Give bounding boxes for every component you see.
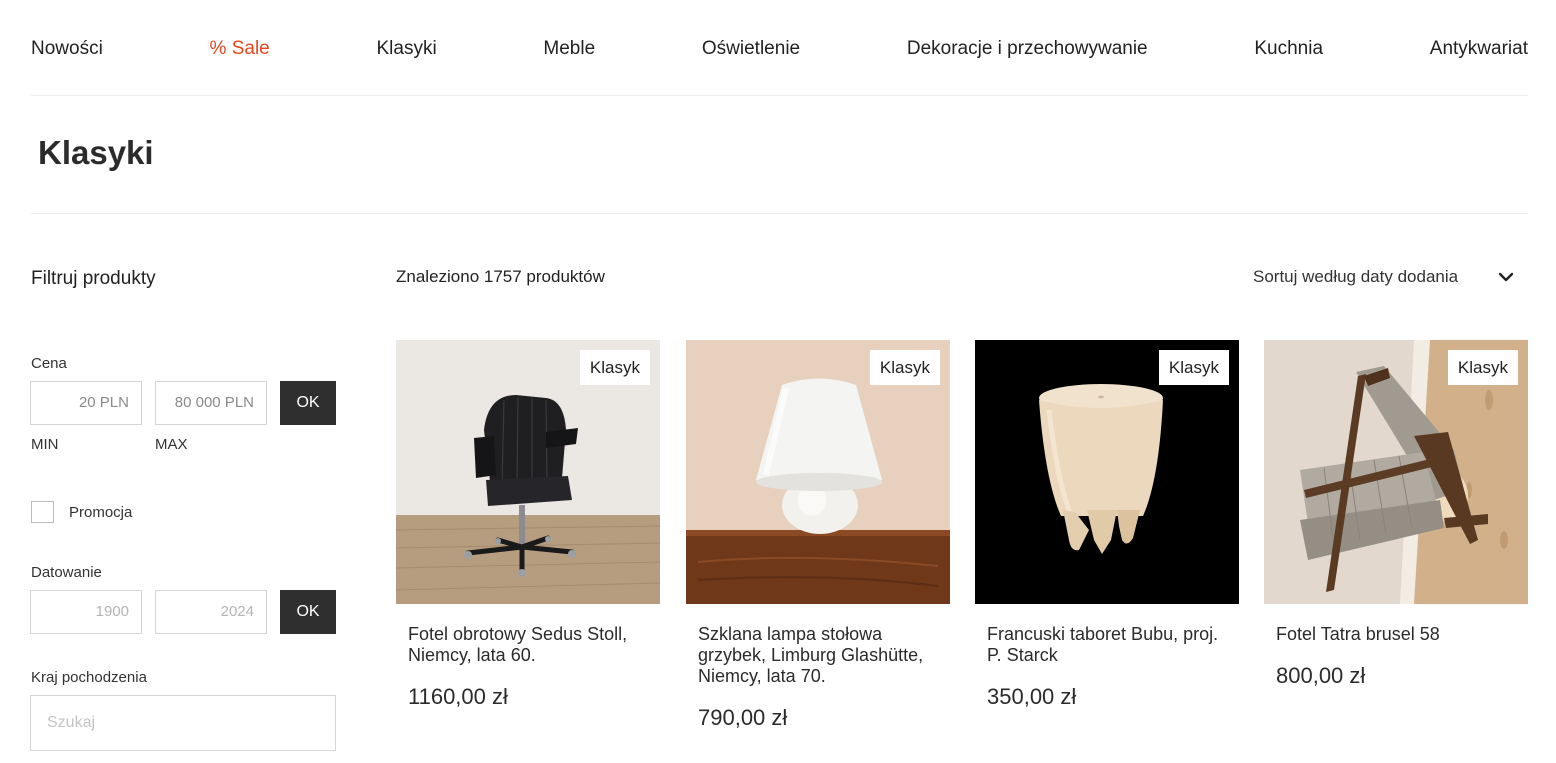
product-price: 1160,00 zł	[408, 684, 508, 709]
nav-item-nowosci[interactable]: Nowości	[31, 36, 103, 60]
country-label: Kraj pochodzenia	[31, 669, 147, 686]
price-min-input[interactable]: 20 PLN	[30, 381, 142, 425]
dating-ok-button[interactable]: OK	[280, 590, 336, 634]
product-price: 790,00 zł	[698, 705, 788, 730]
nav-item-antykwariat[interactable]: Antykwariat	[1430, 36, 1528, 60]
product-name[interactable]: Szklana lampa stołowa grzybek, Limburg G…	[698, 624, 938, 687]
product-card[interactable]: Klasyk Fotel obrotowy Sedus Stoll, Niemc…	[396, 340, 660, 710]
chevron-down-icon[interactable]	[1496, 270, 1516, 286]
product-card[interactable]: Klasyk Francuski taboret Bubu, proj. P. …	[975, 340, 1239, 710]
nav-item-kuchnia[interactable]: Kuchnia	[1254, 36, 1323, 60]
product-name[interactable]: Fotel Tatra brusel 58	[1276, 624, 1516, 645]
product-card[interactable]: Klasyk Fotel Tatra brusel 58 800,00 zł	[1264, 340, 1528, 689]
promo-checkbox[interactable]	[31, 501, 54, 523]
classic-badge: Klasyk	[1447, 350, 1518, 385]
divider	[31, 213, 1528, 214]
promo-label[interactable]: Promocja	[69, 504, 132, 521]
product-image[interactable]: Klasyk	[396, 340, 660, 604]
dating-min-input[interactable]: 1900	[30, 590, 142, 634]
product-price: 800,00 zł	[1276, 663, 1366, 688]
classic-badge: Klasyk	[579, 350, 650, 385]
product-image[interactable]: Klasyk	[686, 340, 950, 604]
product-name[interactable]: Francuski taboret Bubu, proj. P. Starck	[987, 624, 1227, 666]
classic-badge: Klasyk	[869, 350, 940, 385]
price-ok-button[interactable]: OK	[280, 381, 336, 425]
page-title: Klasyki	[38, 134, 154, 171]
price-max-input[interactable]: 80 000 PLN	[155, 381, 267, 425]
product-image[interactable]: Klasyk	[1264, 340, 1528, 604]
nav-item-dekoracje[interactable]: Dekoracje i przechowywanie	[907, 36, 1148, 60]
product-price: 350,00 zł	[987, 684, 1077, 709]
product-image[interactable]: Klasyk	[975, 340, 1239, 604]
main-nav: Nowości % Sale Klasyki Meble Oświetlenie…	[31, 0, 1528, 96]
price-min-label: MIN	[31, 436, 59, 453]
product-name[interactable]: Fotel obrotowy Sedus Stoll, Niemcy, lata…	[408, 624, 648, 666]
nav-item-oswietlenie[interactable]: Oświetlenie	[702, 36, 800, 60]
nav-item-meble[interactable]: Meble	[543, 36, 595, 60]
price-label: Cena	[31, 355, 67, 372]
dating-label: Datowanie	[31, 564, 102, 581]
country-search-input[interactable]: Szukaj	[30, 695, 336, 751]
sort-select[interactable]: Sortuj według daty dodania	[1253, 267, 1458, 287]
product-card[interactable]: Klasyk Szklana lampa stołowa grzybek, Li…	[686, 340, 950, 731]
price-max-label: MAX	[155, 436, 188, 453]
filters-heading: Filtruj produkty	[31, 268, 156, 289]
nav-item-sale[interactable]: % Sale	[210, 36, 270, 60]
dating-max-input[interactable]: 2024	[155, 590, 267, 634]
nav-item-klasyki[interactable]: Klasyki	[376, 36, 436, 60]
results-count: Znaleziono 1757 produktów	[396, 267, 605, 286]
classic-badge: Klasyk	[1158, 350, 1229, 385]
